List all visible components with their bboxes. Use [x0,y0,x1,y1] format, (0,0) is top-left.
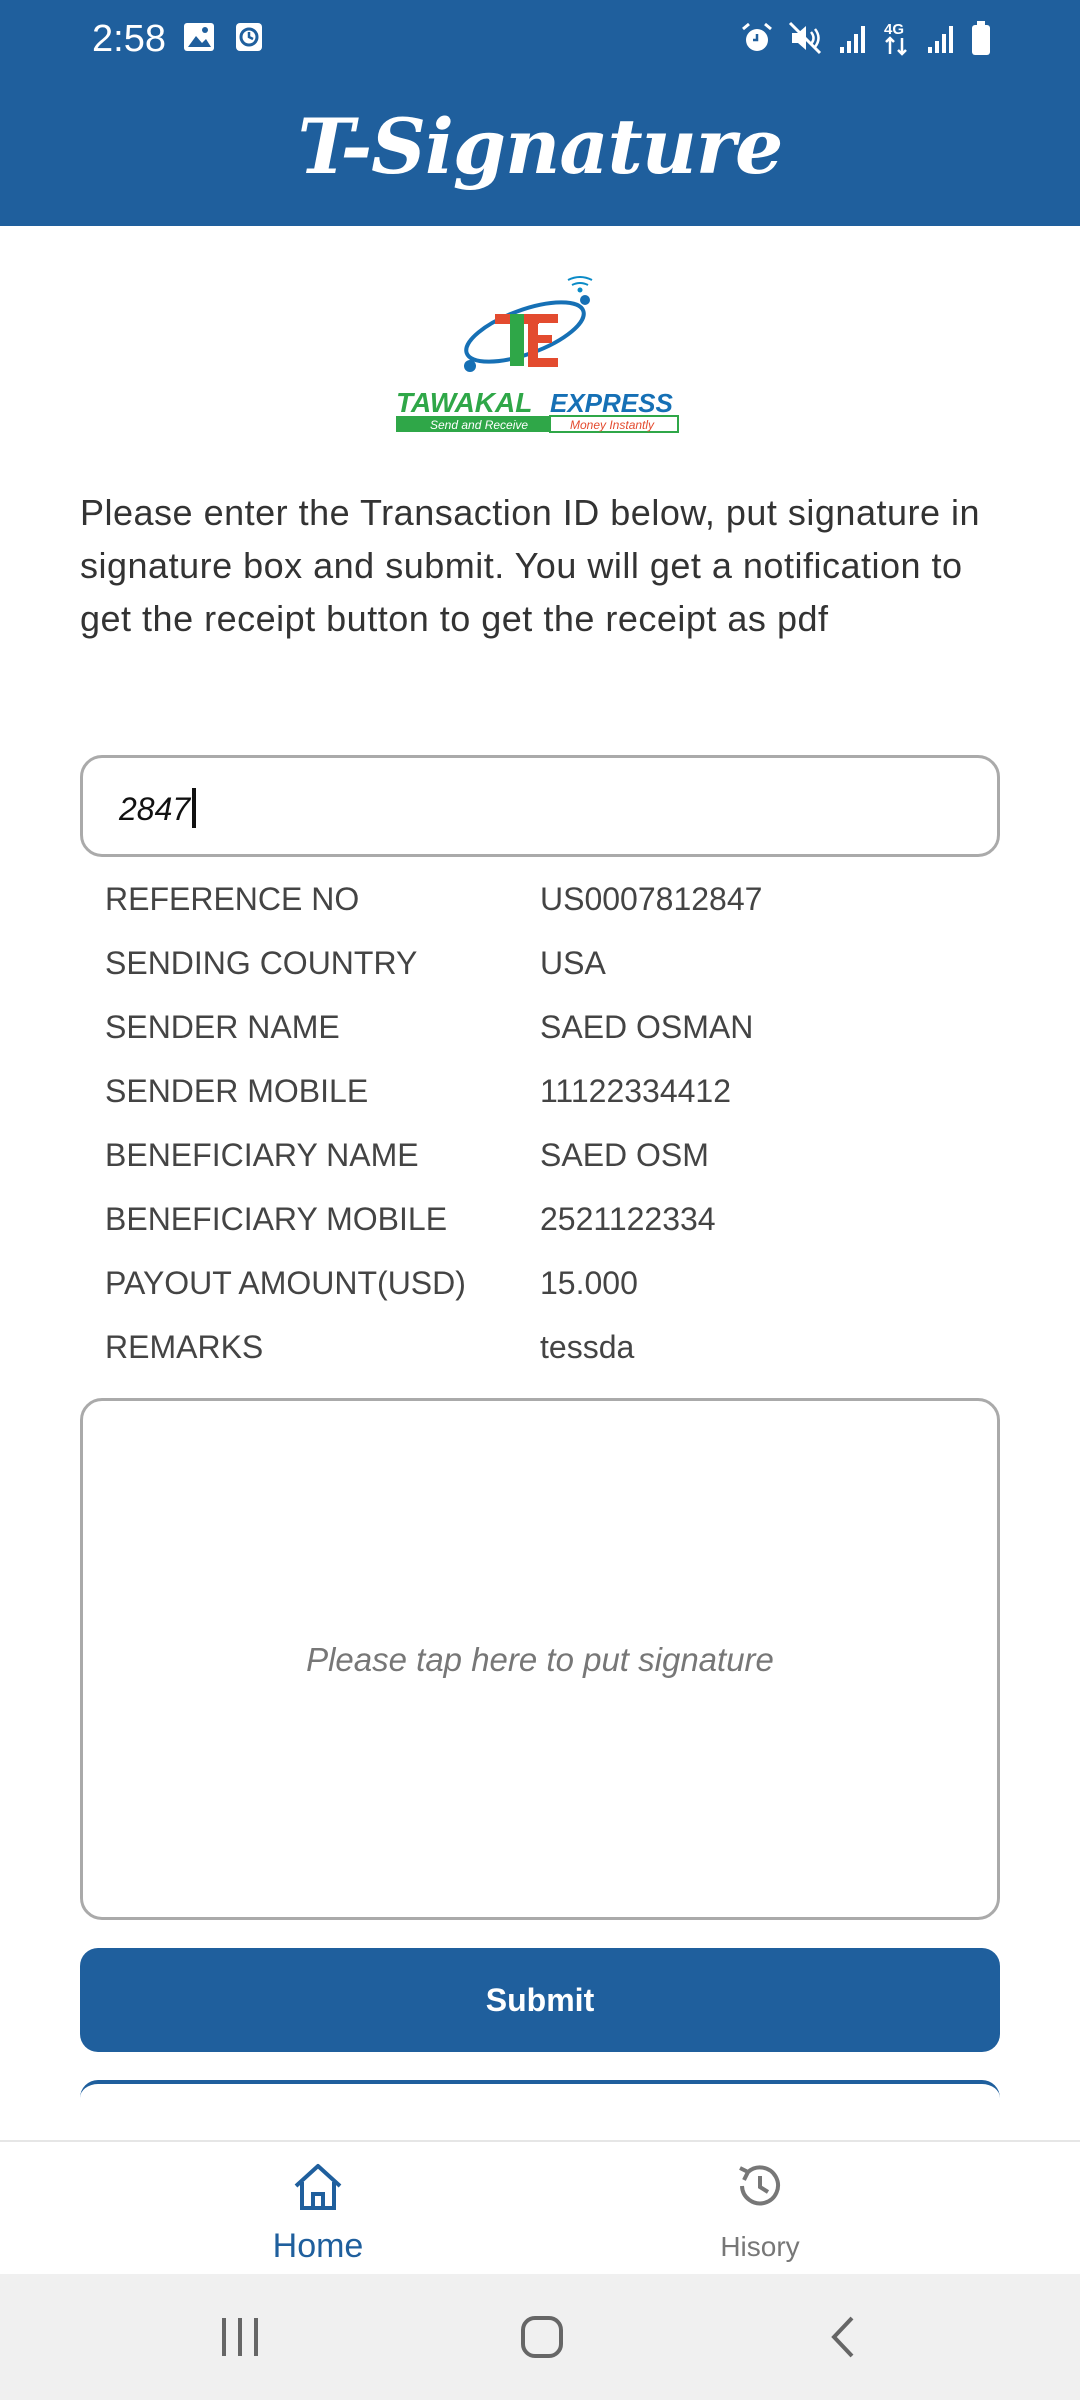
tagline-left: Send and Receive [430,418,528,432]
detail-row: SENDER MOBILE 11122334412 [105,1067,1005,1131]
detail-row: PAYOUT AMOUNT(USD) 15.000 [105,1259,1005,1323]
svg-text:4G: 4G [884,21,904,38]
detail-value: USA [540,945,606,981]
history-icon [730,2165,790,2220]
alarm-icon [740,21,774,60]
home-circle-icon[interactable] [518,2312,566,2367]
detail-label: REMARKS [105,1329,264,1365]
detail-label: SENDING COUNTRY [105,945,418,981]
detail-label: REFERENCE NO [105,881,360,917]
detail-row: SENDING COUNTRY USA [105,939,1005,1003]
signal-icon [926,21,956,60]
detail-value: SAED OSM [540,1137,709,1173]
detail-row: BENEFICIARY MOBILE 2521122334 [105,1195,1005,1259]
transaction-details: REFERENCE NO US0007812847 SENDING COUNTR… [105,875,1005,1387]
back-icon[interactable] [824,2312,864,2367]
detail-value: 2521122334 [540,1201,716,1237]
instructions-text: Please enter the Transaction ID below, p… [80,492,981,639]
detail-row: SENDER NAME SAED OSMAN [105,1003,1005,1067]
clock-app-icon [234,20,264,59]
tagline-right: Money Instantly [570,418,655,432]
battery-icon [970,20,992,61]
detail-label: BENEFICIARY MOBILE [105,1201,448,1237]
detail-row: REFERENCE NO US0007812847 [105,875,1005,939]
detail-label: SENDER NAME [105,1009,340,1045]
nav-history-label: Hisory [720,2231,800,2262]
detail-value: US0007812847 [540,881,763,917]
detail-label: BENEFICIARY NAME [105,1137,419,1173]
transaction-id-input[interactable]: 2847 [80,755,1000,857]
image-icon [182,20,216,59]
status-time: 2:58 [92,18,166,60]
bottom-navigation: Home Hisory [0,2140,1080,2276]
system-navigation-bar [0,2274,1080,2400]
brand-text-left: TAWAKAL [396,387,532,418]
detail-row: REMARKS tessda [105,1323,1005,1387]
mute-icon [788,21,824,60]
detail-row: BENEFICIARY NAME SAED OSM [105,1131,1005,1195]
brand-text-right: EXPRESS [550,388,673,418]
status-bar: 2:58 4G [0,0,1080,78]
signature-box[interactable]: Please tap here to put signature [80,1398,1000,1920]
nav-history[interactable]: Hisory [640,2156,880,2263]
text-cursor [192,788,197,828]
secondary-button-partial[interactable] [80,2080,1000,2120]
detail-value: 11122334412 [540,1073,732,1109]
transaction-id-value: 2847 [119,791,191,827]
signal-icon [838,21,868,60]
tawakal-express-logo: TAWAKAL EXPRESS Send and Receive Money I… [390,272,690,437]
home-icon [288,2164,348,2220]
nav-home[interactable]: Home [198,2156,438,2266]
detail-value: 15.000 [540,1265,638,1301]
app-title: T-Signature [297,102,784,191]
detail-value: SAED OSMAN [540,1009,754,1045]
recent-apps-icon[interactable] [218,2312,262,2367]
signature-placeholder: Please tap here to put signature [306,1641,774,1678]
4g-icon: 4G [882,20,912,61]
app-header: 2:58 4G T-Signature [0,0,1080,226]
detail-value: tessda [540,1329,635,1365]
submit-button[interactable]: Submit [80,1948,1000,2052]
nav-home-label: Home [272,2227,364,2265]
detail-label: SENDER MOBILE [105,1073,369,1109]
detail-label: PAYOUT AMOUNT(USD) [105,1265,466,1301]
